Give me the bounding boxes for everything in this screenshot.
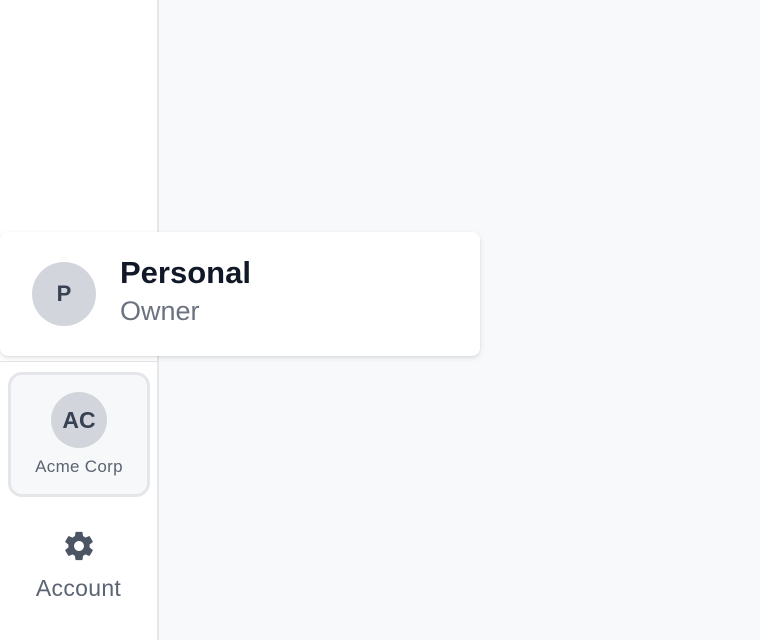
workspace-title: Personal: [120, 255, 251, 290]
app-window: AC Acme Corp Account P Personal Owner: [0, 0, 760, 640]
gear-icon: [65, 531, 93, 561]
org-avatar: AC: [51, 392, 107, 448]
workspace-popover-personal[interactable]: P Personal Owner: [0, 232, 480, 356]
org-switcher-acme-corp[interactable]: AC Acme Corp: [8, 372, 150, 497]
org-name-label: Acme Corp: [35, 457, 123, 476]
sidebar-divider: [0, 361, 157, 362]
account-nav-item[interactable]: Account: [0, 515, 157, 615]
account-label: Account: [35, 575, 122, 601]
workspace-avatar: P: [32, 262, 96, 326]
workspace-role: Owner: [120, 296, 200, 326]
